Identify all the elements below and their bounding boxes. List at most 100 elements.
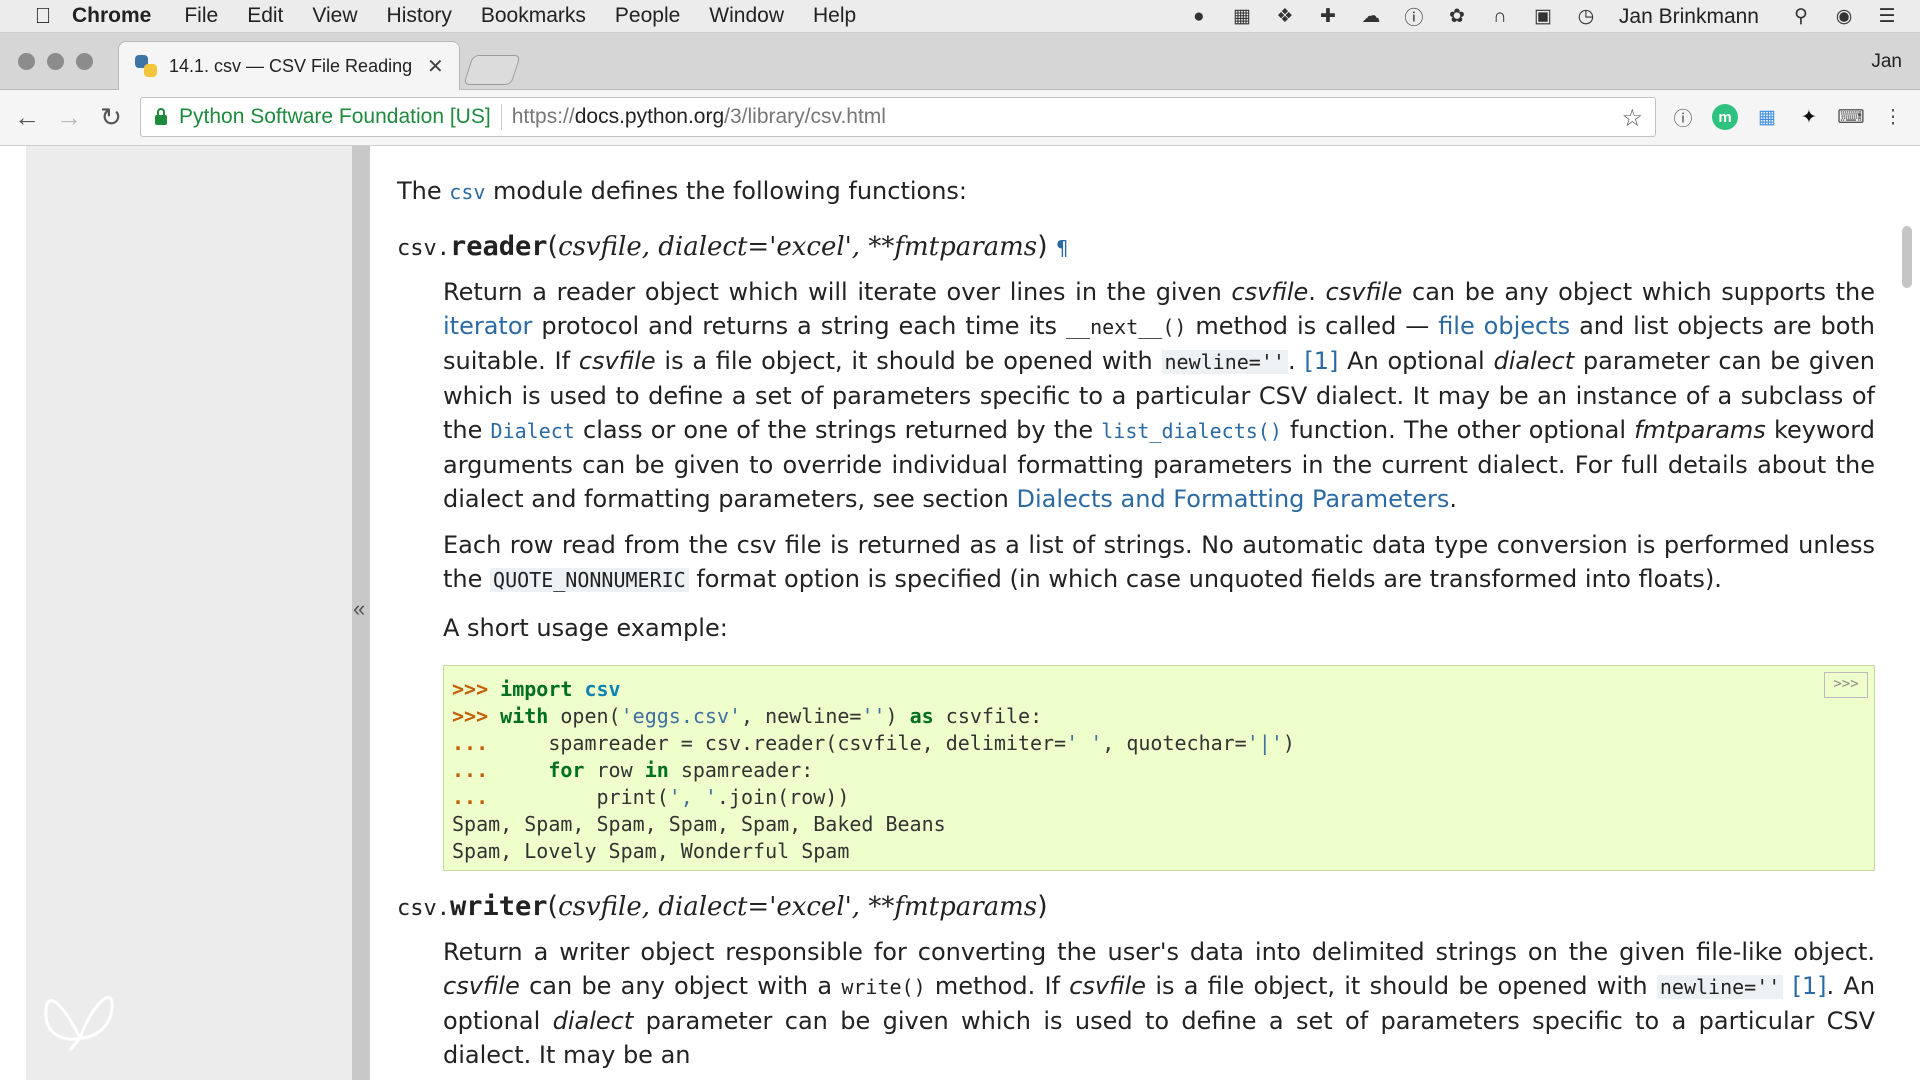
profile-button[interactable]: Jan (1871, 51, 1902, 73)
url-scheme: https:// (511, 105, 575, 128)
reader-signature: csv. reader(csvfile, dialect='excel', **f… (397, 231, 1875, 275)
prompt: ... (452, 731, 489, 755)
onepassword-extension-icon[interactable]: ⓘ (1670, 104, 1696, 130)
tab-close-icon[interactable]: ✕ (427, 54, 444, 79)
macos-menubar:  Chrome File Edit View History Bookmark… (0, 0, 1920, 33)
text: is a file object, it should be opened wi… (1155, 972, 1648, 1000)
code-text: csvfile: (945, 704, 1043, 728)
collapse-chevron-icon[interactable]: « (353, 596, 365, 622)
keyword: as (909, 704, 934, 728)
menu-history[interactable]: History (387, 4, 452, 28)
bird-extension-icon[interactable]: ✦ (1796, 104, 1822, 130)
csv-module-link[interactable]: csv (449, 180, 485, 204)
menu-window[interactable]: Window (709, 4, 784, 28)
emphasis: csvfile (578, 347, 656, 375)
sig-function: writer (449, 891, 548, 922)
notification-center-icon[interactable]: ☰ (1874, 6, 1900, 28)
text: . (1449, 485, 1458, 513)
spotlight-search-icon[interactable]: ⚲ (1788, 6, 1814, 28)
menu-people[interactable]: People (615, 4, 680, 28)
menu-edit[interactable]: Edit (247, 4, 283, 28)
menubar-user-name[interactable]: Jan Brinkmann (1619, 5, 1759, 29)
apple-menu-icon[interactable]:  (26, 3, 60, 29)
window-minimize-button[interactable] (47, 53, 64, 70)
code-text: ) (885, 704, 898, 728)
code-text: print( (596, 785, 669, 809)
module-name: csv (584, 677, 621, 701)
permalink-icon[interactable]: ¶ (1056, 236, 1069, 260)
string: '|' (1246, 731, 1283, 755)
menu-chrome[interactable]: Chrome (72, 4, 151, 28)
prompt: ... (452, 758, 489, 782)
iterator-link[interactable]: iterator (443, 312, 532, 340)
keyword: in (644, 758, 669, 782)
code-output: Spam, Spam, Spam, Spam, Spam, Baked Bean… (452, 812, 946, 836)
mercury-extension-icon[interactable]: m (1712, 104, 1738, 130)
sidebar-collapse-bar[interactable]: « (352, 146, 370, 1080)
dialects-formatting-link[interactable]: Dialects and Formatting Parameters (1017, 485, 1450, 513)
file-objects-link[interactable]: file objects (1438, 312, 1570, 340)
menu-help[interactable]: Help (813, 4, 856, 28)
tab-csv-docs[interactable]: 14.1. csv — CSV File Reading ✕ (118, 41, 460, 90)
window-zoom-button[interactable] (76, 53, 93, 70)
new-tab-button[interactable] (463, 55, 521, 85)
inline-code: QUOTE_NONNUMERIC (490, 568, 689, 592)
plus-icon[interactable]: ✚ (1315, 6, 1341, 28)
page-scrollbar[interactable] (1902, 226, 1912, 288)
browser-toolbar: ← → ↻ Python Software Foundation [US] ht… (0, 90, 1920, 146)
devtools-extension-icon[interactable]: ⌨ (1837, 104, 1864, 130)
menu-file[interactable]: File (184, 4, 218, 28)
url-path: /3/library/csv.html (724, 105, 886, 128)
chrome-menu-icon[interactable]: ⋮ (1880, 104, 1906, 130)
app-menu: Chrome File Edit View History Bookmarks … (72, 4, 885, 28)
copy-prompt-toggle[interactable]: >>> (1824, 672, 1868, 698)
reader-description-2: Each row read from the csv file is retur… (443, 528, 1875, 597)
emphasis: dialect (1493, 347, 1575, 375)
cloud-icon[interactable]: ☁ (1358, 6, 1384, 28)
reload-icon[interactable]: ↻ (96, 102, 126, 132)
headphones-icon[interactable]: ∩ (1487, 6, 1513, 28)
site-identity[interactable]: Python Software Foundation [US] (179, 105, 491, 129)
footnote-link[interactable]: [1] (1793, 972, 1827, 1000)
bookmark-star-icon[interactable]: ☆ (1621, 104, 1643, 133)
sig-close-paren: ) (1037, 891, 1048, 922)
emphasis: csvfile (1069, 972, 1147, 1000)
forward-arrow-icon[interactable]: → (54, 102, 84, 132)
string: ', ' (668, 785, 717, 809)
menu-view[interactable]: View (312, 4, 357, 28)
calendar-icon[interactable]: ▦ (1229, 6, 1255, 28)
time-machine-icon[interactable]: ◷ (1573, 6, 1599, 28)
chat-icon[interactable]: ● (1186, 6, 1212, 28)
leaf-icon[interactable]: ✿ (1444, 6, 1470, 28)
emphasis: dialect (552, 1007, 634, 1035)
onepassword-icon[interactable]: ⓘ (1401, 6, 1427, 29)
dialect-link[interactable]: Dialect (491, 419, 575, 443)
code-text: open( (560, 704, 621, 728)
text: protocol and returns a string each time … (541, 312, 1058, 340)
text: is a file object, it should be opened wi… (664, 347, 1153, 375)
keyword: import (500, 677, 573, 701)
menu-bookmarks[interactable]: Bookmarks (481, 4, 586, 28)
back-arrow-icon[interactable]: ← (12, 102, 42, 132)
code-text: spamreader = csv.reader(csvfile, delimit… (500, 731, 1067, 755)
intro-text: The (397, 177, 442, 205)
butterfly-logo-icon (44, 995, 114, 1051)
tab-title: 14.1. csv — CSV File Reading (169, 55, 413, 76)
footnote-link[interactable]: [1] (1304, 347, 1338, 375)
address-separator (500, 104, 502, 130)
string: ' ' (1066, 731, 1103, 755)
inline-code: newline='' (1656, 975, 1784, 999)
list-dialects-link[interactable]: list_dialects() (1101, 419, 1282, 443)
camera-icon[interactable]: ▣ (1530, 6, 1556, 28)
siri-icon[interactable]: ◉ (1831, 6, 1857, 28)
dropbox-icon[interactable]: ❖ (1272, 6, 1298, 28)
window-close-button[interactable] (18, 53, 35, 70)
emphasis: csvfile (1231, 278, 1309, 306)
tab-strip: 14.1. csv — CSV File Reading ✕ Jan (0, 33, 1920, 90)
address-bar[interactable]: Python Software Foundation [US] https://… (140, 97, 1656, 137)
emphasis: fmtparams (1634, 416, 1766, 444)
text: can be any object with a (529, 972, 833, 1000)
url-text[interactable]: https://docs.python.org/3/library/csv.ht… (512, 105, 886, 129)
translate-extension-icon[interactable]: ▦ (1754, 104, 1780, 130)
code-example[interactable]: >>> >>> import csv >>> with open('eggs.cs… (443, 665, 1875, 871)
